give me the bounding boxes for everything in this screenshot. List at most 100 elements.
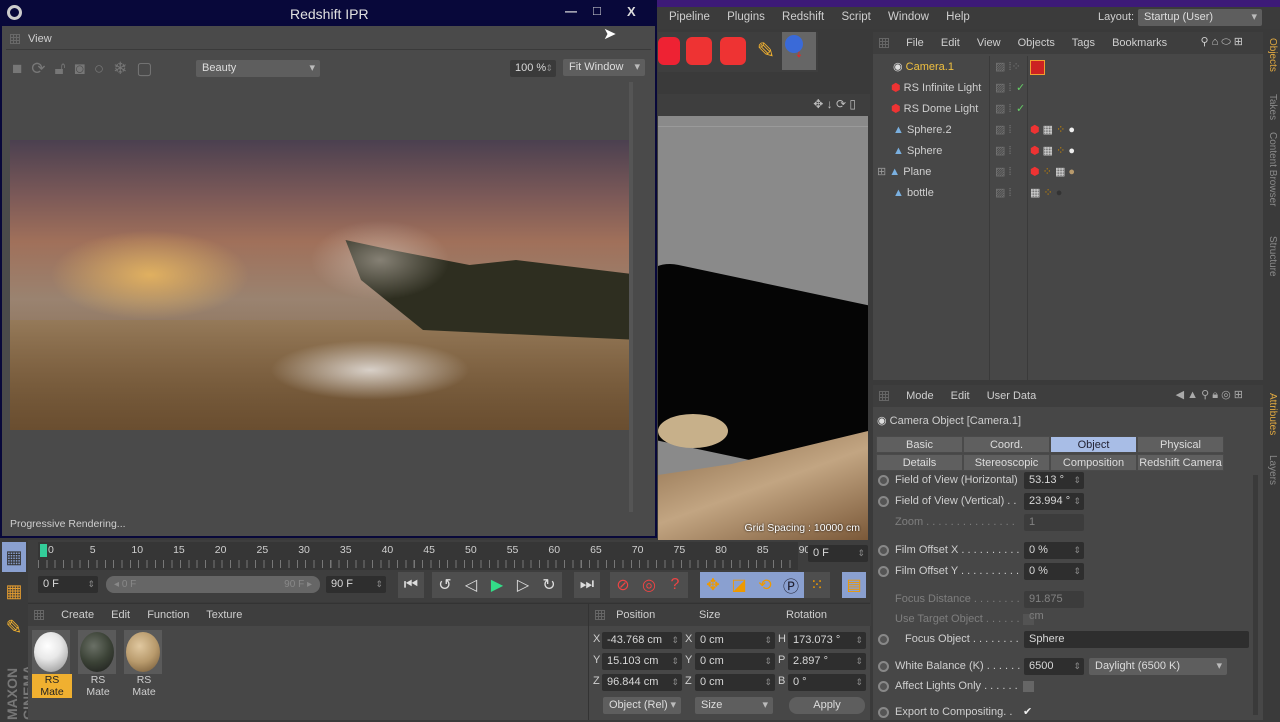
side-tab-takes[interactable]: Takes [1267, 94, 1278, 120]
object-row-plane[interactable]: ⊞ ▲ Plane ▨ ⁞ ⬢ ⁘ ▦ ● [873, 163, 1263, 182]
rs-camera-tag-icon[interactable] [1030, 60, 1045, 75]
side-tab-structure[interactable]: Structure [1267, 236, 1278, 277]
menu-mode[interactable]: Mode [906, 390, 934, 402]
affect-lights-checkbox[interactable] [1023, 681, 1034, 692]
white-balance-field[interactable]: 6500 ⇕ [1024, 658, 1084, 675]
rs-render-icon[interactable] [658, 37, 680, 65]
deformer-tool-icon[interactable]: ▦ [2, 576, 26, 606]
material-swatch[interactable]: RS Mate [124, 630, 164, 698]
position-x-field[interactable]: -43.768 cm ⇕ [602, 632, 682, 649]
tab-details[interactable]: Details [876, 454, 963, 471]
record-keys-icon[interactable]: ⊘ [610, 572, 636, 598]
object-tags[interactable]: ⬢ ⁘ ▦ ● [1030, 163, 1075, 182]
end-frame-field[interactable]: 90 F ⇕ [326, 576, 386, 593]
material-swatch[interactable]: RS Mate [32, 630, 72, 698]
rs-cloud-icon[interactable] [720, 37, 746, 65]
expand-icon[interactable]: ⊞ [877, 166, 886, 178]
rotation-h-field[interactable]: 173.073 ° ⇕ [788, 632, 866, 649]
side-tab-attributes[interactable]: Attributes [1267, 393, 1278, 435]
point-level-icon[interactable]: ⁙ [804, 572, 830, 598]
step-back-icon[interactable]: ◁ [458, 572, 484, 598]
coordinate-mode-select[interactable]: Object (Rel) [603, 697, 681, 714]
side-tab-layers[interactable]: Layers [1267, 455, 1278, 485]
timeline-ruler[interactable]: 0 5 10 15 20 25 30 35 40 45 50 55 60 65 70 75 80 85 90 [38, 542, 810, 570]
fov-horizontal-field[interactable]: 53.13 ° ⇕ [1024, 472, 1084, 489]
object-tags[interactable]: ▦ ⁘ ● [1030, 184, 1062, 203]
material-swatch[interactable]: RS Mate [78, 630, 118, 698]
ipr-scrollbar[interactable] [629, 82, 633, 512]
menu-window[interactable]: Window [888, 11, 929, 23]
tab-physical[interactable]: Physical [1137, 436, 1224, 453]
nav-lock-icons[interactable]: ◀ ▲ ⚲ 🔒︎ ◎ ⊞ [1176, 388, 1243, 402]
circle-icon[interactable]: ○ [94, 59, 113, 78]
tab-composition[interactable]: Composition [1050, 454, 1137, 471]
menu-texture[interactable]: Texture [206, 609, 242, 621]
sculpt-tool-icon[interactable]: ✎ [2, 612, 26, 642]
menu-help[interactable]: Help [946, 11, 970, 23]
fit-window-select[interactable]: Fit Window [563, 59, 645, 76]
object-row-bottle[interactable]: ▲ bottle ▨ ⁞ ▦ ⁘ ● [873, 184, 1263, 203]
rs-ipr-icon[interactable] [686, 37, 712, 65]
menu-script[interactable]: Script [841, 11, 870, 23]
menu-edit[interactable]: Edit [111, 609, 130, 621]
aov-select[interactable]: Beauty [196, 60, 320, 77]
current-frame-field[interactable]: 0 F ⇕ [808, 545, 868, 562]
menu-plugins[interactable]: Plugins [727, 11, 765, 23]
white-balance-preset-select[interactable]: Daylight (6500 K) [1089, 658, 1227, 675]
focus-object-link-field[interactable]: Sphere [1024, 631, 1249, 648]
timeline-window-icon[interactable]: ▤ [842, 572, 866, 598]
ipr-title-bar[interactable]: Redshift IPR — □ X [2, 2, 655, 26]
size-mode-select[interactable]: Size [695, 697, 773, 714]
menu-edit[interactable]: Edit [941, 37, 960, 49]
film-offset-y-field[interactable]: 0 % ⇕ [1024, 563, 1084, 580]
keyframe-radio[interactable] [878, 660, 889, 672]
tab-object[interactable]: Object [1050, 436, 1137, 453]
object-row-sphere[interactable]: ▲ Sphere ▨ ⁞ ⬢ ▦ ⁘ ● [873, 142, 1263, 161]
panel-grip-icon[interactable] [879, 38, 889, 49]
keyframe-radio[interactable] [878, 706, 889, 718]
keyframe-radio[interactable] [878, 474, 889, 486]
frame-range-slider[interactable]: ◂ 0 F 90 F ▸ [106, 576, 320, 593]
parameter-key-icon[interactable]: Ⓟ [778, 572, 804, 598]
position-y-field[interactable]: 15.103 cm ⇕ [602, 653, 682, 670]
side-tab-content-browser[interactable]: Content Browser [1267, 132, 1278, 206]
object-row-rs-dome-light[interactable]: ⬢ RS Dome Light ▨ ⁞ ✓ [873, 100, 1263, 119]
object-row-camera[interactable]: ◉ Camera.1 ▨ ⁞⁘ [873, 58, 1263, 77]
autokey-icon[interactable]: ◎ [636, 572, 662, 598]
size-x-field[interactable]: 0 cm ⇕ [695, 632, 775, 649]
panel-grip-icon[interactable] [34, 610, 44, 621]
rotation-key-icon[interactable]: ⟲ [752, 572, 778, 598]
panel-grip-icon[interactable] [10, 34, 20, 45]
keyframe-radio[interactable] [878, 680, 889, 692]
next-key-icon[interactable]: ↻ [536, 572, 562, 598]
panel-grip-icon[interactable] [879, 391, 889, 402]
menu-create[interactable]: Create [61, 609, 94, 621]
maximize-button[interactable]: □ [593, 3, 601, 18]
fov-vertical-field[interactable]: 23.994 ° ⇕ [1024, 493, 1084, 510]
keyframe-radio[interactable] [878, 495, 889, 507]
frame-icon[interactable]: ▢ [136, 59, 161, 78]
tab-stereoscopic[interactable]: Stereoscopic [963, 454, 1050, 471]
viewport-nav-icons[interactable]: ✥ ↓ ⟳ ▯ [813, 97, 856, 111]
checker-tool-icon[interactable]: ▦ [2, 542, 26, 572]
tab-basic[interactable]: Basic [876, 436, 963, 453]
panel-grip-icon[interactable] [595, 610, 605, 621]
stop-icon[interactable]: ■ [12, 59, 31, 78]
position-key-icon[interactable]: ✥ [700, 572, 726, 598]
enabled-check[interactable]: ✓ [1016, 79, 1025, 98]
menu-view[interactable]: View [977, 37, 1001, 49]
keyframe-radio[interactable] [878, 565, 889, 577]
keyframe-radio[interactable] [878, 633, 889, 645]
menu-objects[interactable]: Objects [1018, 37, 1055, 49]
go-to-start-icon[interactable]: ⏮ [398, 572, 424, 598]
rotation-p-field[interactable]: 2.897 ° ⇕ [788, 653, 866, 670]
rotation-b-field[interactable]: 0 ° ⇕ [788, 674, 866, 691]
go-to-end-icon[interactable]: ⏭ [574, 572, 600, 598]
refresh-icon[interactable]: ⟳ [31, 59, 54, 78]
drop-to-floor-icon[interactable]: ↓ [782, 32, 816, 70]
viewport-3d[interactable]: Grid Spacing : 10000 cm [658, 116, 868, 540]
play-icon[interactable]: ▶ [484, 572, 510, 598]
attributes-scrollbar[interactable] [1253, 475, 1258, 715]
object-tags[interactable]: ⬢ ▦ ⁘ ● [1030, 142, 1075, 161]
layout-select[interactable]: Startup (User) [1138, 9, 1262, 26]
